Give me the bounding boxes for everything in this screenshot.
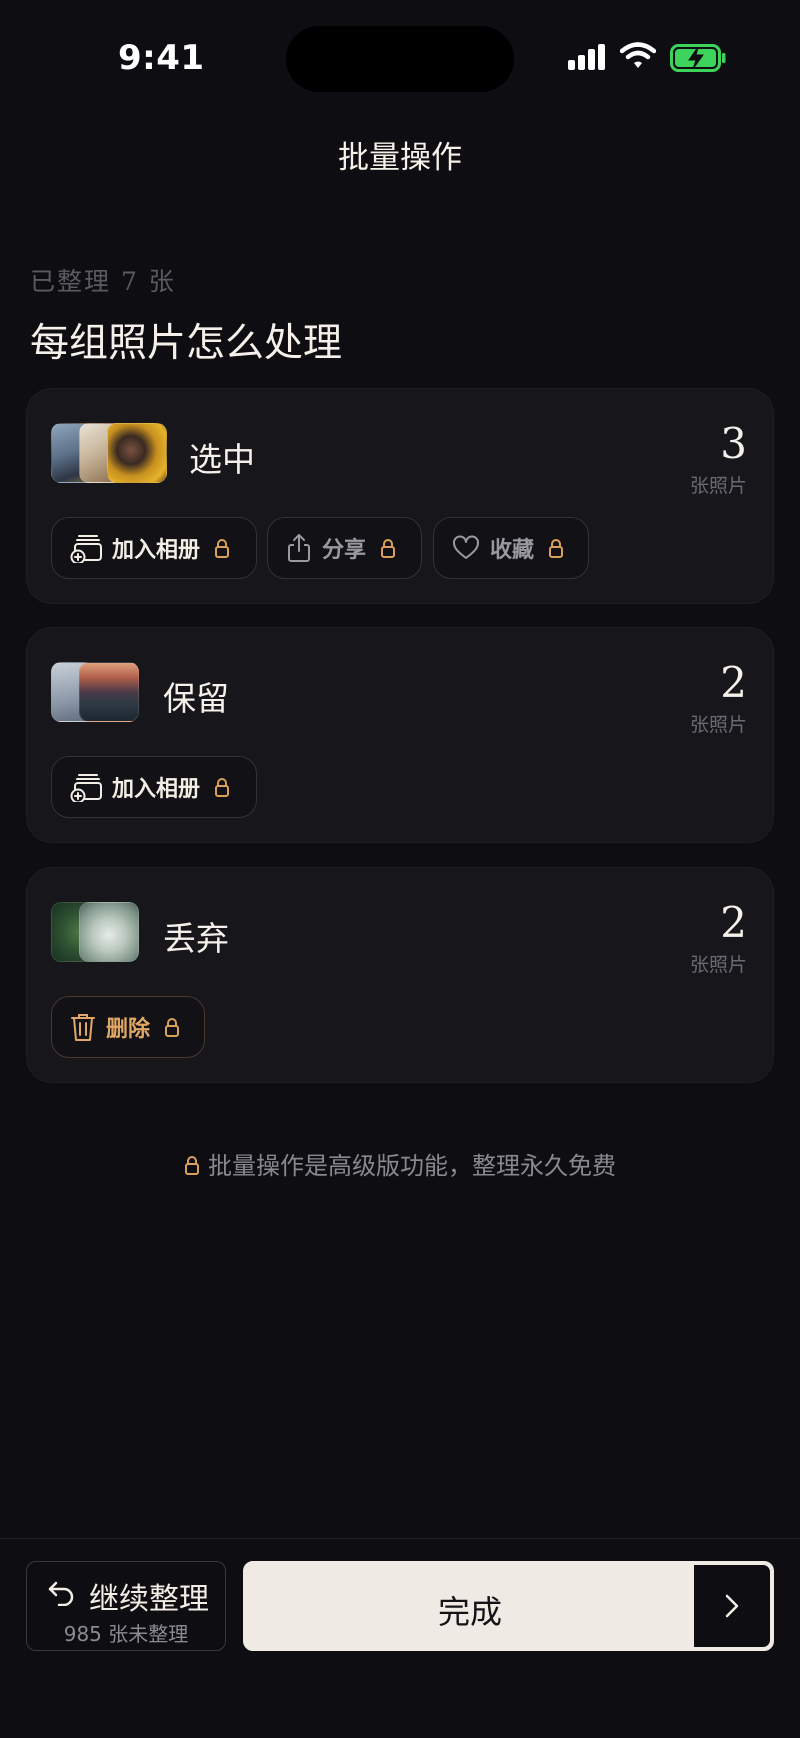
lock-icon <box>185 1156 199 1175</box>
heart-icon <box>453 535 479 559</box>
add-to-album-button[interactable]: 加入相册 <box>51 756 257 818</box>
wifi-icon <box>620 42 656 68</box>
continue-sorting-label: 继续整理 <box>89 1582 209 1617</box>
status-bar: 9:41 <box>0 0 800 110</box>
photo-count-unit: 张照片 <box>689 475 747 497</box>
sorted-count-text: 已整理 7 张 <box>30 267 176 296</box>
add-to-album-label: 加入相册 <box>112 538 201 563</box>
group-card-selected: 选中 3 张照片 加入相册 分享 收藏 <box>26 388 774 604</box>
continue-sorting-button[interactable]: 继续整理 985 张未整理 <box>26 1561 226 1651</box>
footer-divider <box>0 1538 800 1539</box>
photo-stack <box>51 423 171 485</box>
lock-icon <box>215 539 230 558</box>
cellular-signal-icon <box>568 44 605 70</box>
lock-icon <box>381 539 396 558</box>
delete-label: 删除 <box>106 1017 151 1042</box>
add-to-album-button[interactable]: 加入相册 <box>51 517 257 579</box>
done-button[interactable]: 完成 <box>243 1561 774 1651</box>
done-label: 完成 <box>437 1593 502 1631</box>
premium-note-text: 批量操作是高级版功能，整理永久免费 <box>208 1152 616 1180</box>
group-label: 选中 <box>189 440 255 479</box>
photo-thumbnail <box>79 902 139 962</box>
photo-count: 3 <box>720 419 747 468</box>
photo-count-unit: 张照片 <box>689 714 747 736</box>
share-label: 分享 <box>322 538 367 563</box>
lock-icon <box>165 1018 180 1037</box>
delete-button[interactable]: 删除 <box>51 996 205 1058</box>
dynamic-island <box>286 26 514 92</box>
group-label: 丢弃 <box>163 919 229 958</box>
page-title: 批量操作 <box>338 140 462 176</box>
photo-stack <box>51 902 141 964</box>
unsorted-count: 985 张未整理 <box>63 1622 189 1646</box>
battery-charging-icon <box>670 44 726 72</box>
add-to-album-label: 加入相册 <box>112 777 201 802</box>
group-card-keep: 保留 2 张照片 加入相册 <box>26 627 774 843</box>
photo-count: 2 <box>720 658 747 707</box>
add-to-album-icon <box>70 535 102 563</box>
favorite-label: 收藏 <box>490 538 535 563</box>
share-icon <box>288 534 310 562</box>
photo-thumbnail <box>107 423 167 483</box>
section-heading: 每组照片怎么处理 <box>30 321 343 366</box>
photo-count: 2 <box>720 898 747 947</box>
favorite-button[interactable]: 收藏 <box>433 517 589 579</box>
group-label: 保留 <box>163 679 229 718</box>
undo-arrow-icon <box>48 1581 74 1606</box>
premium-note: 批量操作是高级版功能，整理永久免费 <box>0 1146 800 1181</box>
status-time: 9:41 <box>118 38 205 78</box>
share-button[interactable]: 分享 <box>267 517 422 579</box>
add-to-album-icon <box>70 774 102 802</box>
group-card-discard: 丢弃 2 张照片 删除 <box>26 867 774 1083</box>
photo-thumbnail <box>79 662 139 722</box>
next-arrow-button[interactable] <box>692 1563 772 1649</box>
lock-icon <box>549 539 564 558</box>
trash-icon <box>71 1014 95 1041</box>
photo-stack <box>51 662 141 724</box>
photo-count-unit: 张照片 <box>689 954 747 976</box>
chevron-right-icon <box>725 1594 739 1618</box>
lock-icon <box>215 778 230 797</box>
